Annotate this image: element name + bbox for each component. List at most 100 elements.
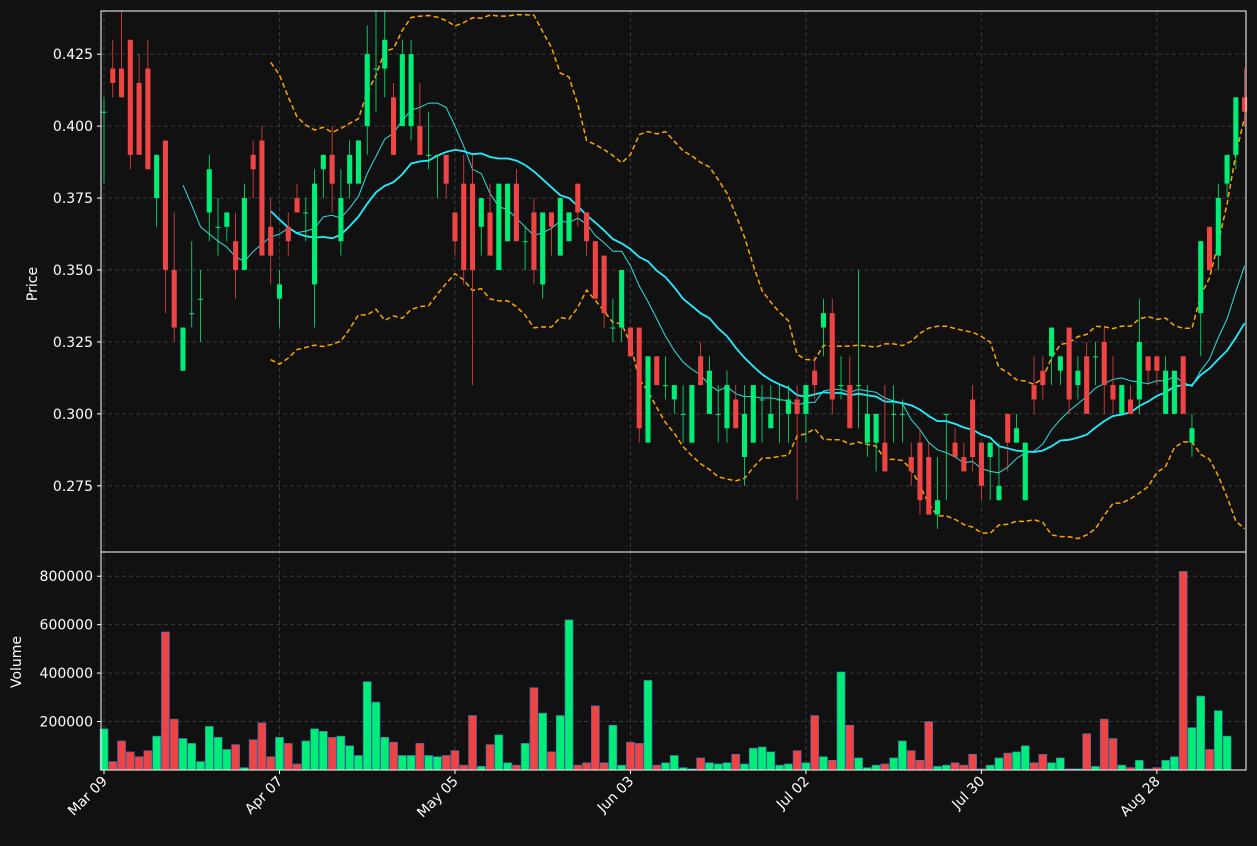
- volume-bar: [178, 738, 188, 771]
- candle: [1040, 356, 1046, 400]
- candle-body: [522, 241, 528, 243]
- candle: [768, 385, 774, 429]
- candle-body: [268, 226, 274, 256]
- volume-bar: [161, 631, 170, 771]
- volume-bar: [713, 763, 723, 771]
- price-tick-label: 0.400: [53, 119, 93, 135]
- volume-bar: [125, 751, 135, 771]
- candle-body: [127, 39, 133, 155]
- volume-bar: [582, 762, 591, 771]
- candle: [601, 255, 607, 328]
- candle: [882, 385, 888, 472]
- candle: [1092, 341, 1099, 386]
- candle-body: [1040, 370, 1046, 386]
- volume-bar: [512, 764, 521, 771]
- candle: [1145, 356, 1151, 386]
- candle: [250, 140, 256, 199]
- volume-bar: [941, 764, 951, 771]
- candle: [478, 198, 484, 256]
- volume-bar: [1170, 756, 1179, 771]
- candle-body: [443, 154, 449, 184]
- candle-body: [364, 54, 370, 127]
- volume-bar: [784, 763, 793, 771]
- volume-bar: [924, 721, 934, 771]
- candle: [101, 97, 107, 184]
- candle-body: [838, 385, 844, 387]
- volume-bar: [310, 728, 319, 771]
- volume-bar: [1213, 710, 1223, 771]
- candle: [812, 356, 818, 400]
- candle: [189, 241, 195, 328]
- candle: [627, 327, 633, 357]
- volume-bar: [406, 755, 416, 771]
- volume-bar: [1003, 752, 1013, 771]
- candle: [127, 39, 133, 170]
- candle: [698, 341, 704, 386]
- price-tick-label: 0.425: [53, 47, 93, 63]
- volume-bar: [319, 730, 328, 771]
- candle-body: [285, 226, 291, 242]
- candle-body: [417, 126, 423, 155]
- volume-bar: [968, 753, 977, 771]
- candle: [434, 154, 440, 199]
- candle-body: [496, 183, 502, 270]
- candle: [1171, 370, 1177, 414]
- candle: [390, 82, 397, 155]
- candle: [224, 212, 230, 242]
- volume-bar: [441, 755, 451, 771]
- candle: [794, 385, 800, 501]
- candle-body: [303, 212, 309, 214]
- candle: [1198, 241, 1204, 357]
- candle-body: [768, 413, 774, 429]
- candle: [417, 82, 423, 155]
- price-axis-label: Price: [25, 267, 41, 301]
- candle: [1233, 97, 1239, 170]
- volume-bar: [626, 741, 635, 771]
- candle: [952, 428, 958, 458]
- candle-body: [382, 39, 388, 69]
- candle: [347, 140, 353, 199]
- candle-body: [215, 226, 221, 228]
- price-tick-label: 0.325: [53, 335, 93, 351]
- candle-body: [399, 54, 405, 127]
- candle: [162, 140, 168, 314]
- volume-bar: [538, 712, 548, 771]
- candle-body: [1215, 198, 1221, 256]
- volume-bar: [389, 741, 398, 771]
- candle: [461, 154, 467, 285]
- candle-body: [189, 313, 195, 315]
- candle: [320, 154, 326, 199]
- candle: [741, 385, 748, 486]
- candle: [355, 140, 361, 184]
- volume-tick-label: 200000: [40, 715, 93, 731]
- candle: [1013, 413, 1020, 443]
- candle-body: [1171, 370, 1177, 414]
- candle-body: [1206, 226, 1213, 270]
- candle: [575, 183, 581, 227]
- candle: [531, 198, 537, 285]
- candle: [285, 212, 291, 256]
- candle-body: [469, 183, 476, 270]
- candle-body: [320, 154, 326, 170]
- candle-body: [698, 356, 704, 386]
- volume-bar: [1012, 751, 1021, 771]
- volume-bar: [801, 762, 811, 771]
- candle-body: [1101, 341, 1107, 386]
- candle: [706, 356, 712, 414]
- candle-body: [250, 154, 256, 170]
- candle: [636, 327, 642, 443]
- volume-bar: [1187, 727, 1197, 771]
- volume-bar: [792, 750, 802, 771]
- price-tick-label: 0.375: [53, 191, 93, 207]
- x-tick-label: Jul 02: [773, 774, 813, 814]
- candle-body: [610, 327, 616, 329]
- candle: [978, 442, 984, 501]
- volume-bar: [652, 764, 662, 771]
- candle-body: [1163, 370, 1169, 414]
- volume-bar: [757, 746, 767, 771]
- volume-bar: [705, 762, 714, 771]
- candle-body: [1145, 356, 1151, 371]
- volume-bar: [1196, 695, 1206, 771]
- price-tick-label: 0.300: [53, 407, 93, 423]
- candle-body: [434, 154, 440, 156]
